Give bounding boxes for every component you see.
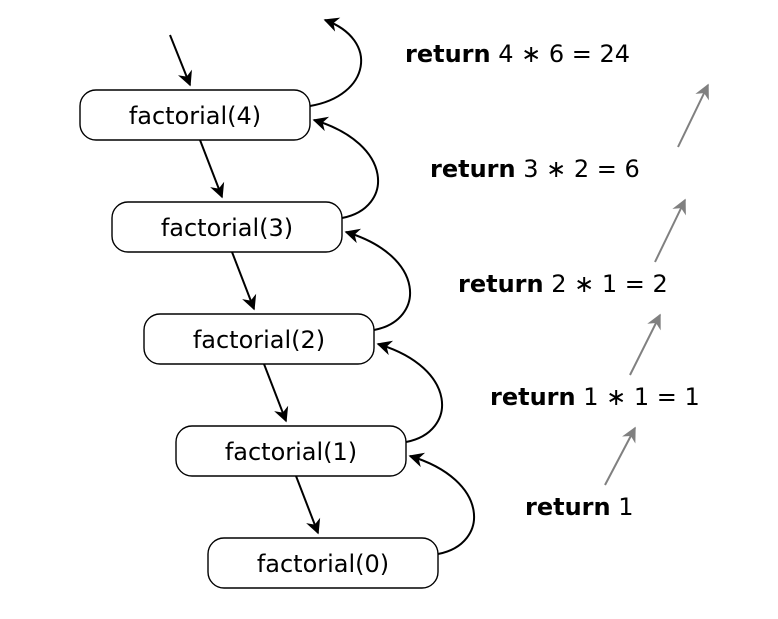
entry-arrow bbox=[170, 35, 190, 85]
node-label-4: factorial(4) bbox=[129, 102, 261, 130]
node-label-0: factorial(0) bbox=[257, 550, 389, 578]
return-label-1: return 1 ∗ 1 = 1 bbox=[490, 383, 700, 411]
call-arrow-2-1 bbox=[264, 364, 286, 421]
return-label-3: return 3 ∗ 2 = 6 bbox=[430, 155, 640, 183]
gray-arrow-3-4 bbox=[678, 85, 708, 147]
return-arrow-4-out bbox=[310, 20, 361, 106]
return-label-0: return 1 bbox=[525, 493, 634, 521]
node-factorial-2: factorial(2) bbox=[144, 314, 374, 364]
node-factorial-3: factorial(3) bbox=[112, 202, 342, 252]
gray-arrow-1-2 bbox=[630, 315, 660, 375]
node-factorial-1: factorial(1) bbox=[176, 426, 406, 476]
node-label-3: factorial(3) bbox=[161, 214, 293, 242]
return-label-4: return 4 ∗ 6 = 24 bbox=[405, 40, 630, 68]
call-arrow-1-0 bbox=[296, 476, 318, 533]
return-label-2: return 2 ∗ 1 = 2 bbox=[458, 270, 668, 298]
node-factorial-0: factorial(0) bbox=[208, 538, 438, 588]
call-arrow-4-3 bbox=[200, 140, 222, 197]
gray-arrow-2-3 bbox=[655, 200, 685, 262]
call-arrow-3-2 bbox=[232, 252, 254, 309]
node-factorial-4: factorial(4) bbox=[80, 90, 310, 140]
node-label-2: factorial(2) bbox=[193, 326, 325, 354]
gray-arrow-0-1 bbox=[605, 428, 635, 485]
node-label-1: factorial(1) bbox=[225, 438, 357, 466]
